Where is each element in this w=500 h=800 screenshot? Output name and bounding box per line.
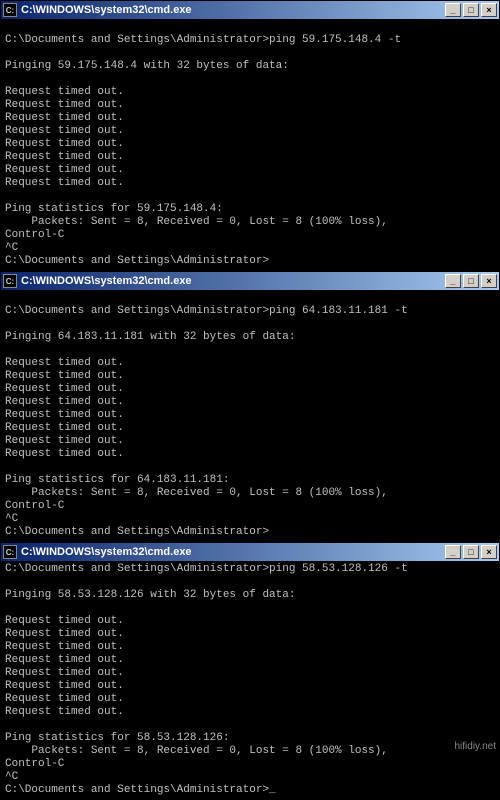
terminal-line: Request timed out. [5, 680, 495, 693]
terminal-line: Ping statistics for 59.175.148.4: [5, 203, 495, 216]
cmd-icon: C: [3, 545, 17, 559]
terminal-line: Request timed out. [5, 396, 495, 409]
terminal-line: Ping statistics for 64.183.11.181: [5, 474, 495, 487]
terminal-line: Request timed out. [5, 706, 495, 719]
close-button[interactable]: × [481, 3, 497, 17]
terminal-line: Packets: Sent = 8, Received = 0, Lost = … [5, 745, 495, 758]
terminal-line: Request timed out. [5, 667, 495, 680]
cmd-icon: C: [3, 3, 17, 17]
terminal-line: Request timed out. [5, 125, 495, 138]
minimize-button[interactable]: _ [445, 274, 461, 288]
terminal-line: Request timed out. [5, 654, 495, 667]
terminal-line: Request timed out. [5, 693, 495, 706]
close-button[interactable]: × [481, 274, 497, 288]
window-title: C:\WINDOWS\system32\cmd.exe [21, 4, 445, 16]
watermark: hifidiy.net [454, 741, 496, 752]
terminal-line: Request timed out. [5, 164, 495, 177]
terminal-line [5, 73, 495, 86]
cmd-window[interactable]: C: C:\WINDOWS\system32\cmd.exe_□× C:\Docum… [0, 271, 500, 542]
terminal-line: Control-C [5, 500, 495, 513]
terminal-line: Request timed out. [5, 422, 495, 435]
terminal-line: Request timed out. [5, 357, 495, 370]
terminal-line: Packets: Sent = 8, Received = 0, Lost = … [5, 216, 495, 229]
cmd-window[interactable]: C: C:\WINDOWS\system32\cmd.exe_□× C:\Docum… [0, 0, 500, 271]
terminal-line [5, 21, 495, 34]
terminal-line [5, 602, 495, 615]
terminal-output[interactable]: C:\Documents and Settings\Administrator>… [1, 290, 499, 541]
terminal-line: C:\Documents and Settings\Administrator>… [5, 305, 495, 318]
terminal-line: ^C [5, 242, 495, 255]
terminal-line: C:\Documents and Settings\Administrator> [5, 255, 495, 268]
terminal-line: Request timed out. [5, 628, 495, 641]
terminal-output[interactable]: C:\Documents and Settings\Administrator>… [1, 561, 499, 799]
terminal-line: Request timed out. [5, 641, 495, 654]
terminal-line: Pinging 64.183.11.181 with 32 bytes of d… [5, 331, 495, 344]
titlebar[interactable]: C: C:\WINDOWS\system32\cmd.exe_□× [1, 543, 499, 561]
terminal-line: Ping statistics for 58.53.128.126: [5, 732, 495, 745]
minimize-button[interactable]: _ [445, 545, 461, 559]
terminal-line: ^C [5, 513, 495, 526]
terminal-line [5, 576, 495, 589]
terminal-line [5, 344, 495, 357]
terminal-line: C:\Documents and Settings\Administrator> [5, 526, 495, 539]
terminal-line: Request timed out. [5, 138, 495, 151]
titlebar[interactable]: C: C:\WINDOWS\system32\cmd.exe_□× [1, 1, 499, 19]
terminal-line: Request timed out. [5, 112, 495, 125]
terminal-line: C:\Documents and Settings\Administrator>… [5, 563, 495, 576]
maximize-button[interactable]: □ [463, 3, 479, 17]
terminal-line: Request timed out. [5, 448, 495, 461]
terminal-line: Request timed out. [5, 177, 495, 190]
close-button[interactable]: × [481, 545, 497, 559]
terminal-line [5, 461, 495, 474]
maximize-button[interactable]: □ [463, 274, 479, 288]
terminal-line: Request timed out. [5, 151, 495, 164]
window-controls: _□× [445, 3, 497, 17]
terminal-line: Packets: Sent = 8, Received = 0, Lost = … [5, 487, 495, 500]
window-title: C:\WINDOWS\system32\cmd.exe [21, 546, 445, 558]
terminal-line: Request timed out. [5, 370, 495, 383]
maximize-button[interactable]: □ [463, 545, 479, 559]
terminal-line [5, 47, 495, 60]
terminal-line: Request timed out. [5, 86, 495, 99]
terminal-line: C:\Documents and Settings\Administrator>… [5, 34, 495, 47]
terminal-line: Control-C [5, 229, 495, 242]
terminal-line: Request timed out. [5, 409, 495, 422]
cmd-icon: C: [3, 274, 17, 288]
terminal-line: Control-C [5, 758, 495, 771]
minimize-button[interactable]: _ [445, 3, 461, 17]
terminal-output[interactable]: C:\Documents and Settings\Administrator>… [1, 19, 499, 270]
terminal-line: Request timed out. [5, 99, 495, 112]
window-title: C:\WINDOWS\system32\cmd.exe [21, 275, 445, 287]
window-controls: _□× [445, 545, 497, 559]
terminal-line: Request timed out. [5, 615, 495, 628]
terminal-line: ^C [5, 771, 495, 784]
terminal-line [5, 719, 495, 732]
cmd-window[interactable]: C: C:\WINDOWS\system32\cmd.exe_□× C:\Docum… [0, 542, 500, 800]
terminal-line: Request timed out. [5, 383, 495, 396]
terminal-line [5, 318, 495, 331]
terminal-line [5, 190, 495, 203]
terminal-line [5, 292, 495, 305]
window-controls: _□× [445, 274, 497, 288]
terminal-line: Pinging 58.53.128.126 with 32 bytes of d… [5, 589, 495, 602]
terminal-line: Request timed out. [5, 435, 495, 448]
titlebar[interactable]: C: C:\WINDOWS\system32\cmd.exe_□× [1, 272, 499, 290]
terminal-line: C:\Documents and Settings\Administrator>… [5, 784, 495, 797]
terminal-line: Pinging 59.175.148.4 with 32 bytes of da… [5, 60, 495, 73]
